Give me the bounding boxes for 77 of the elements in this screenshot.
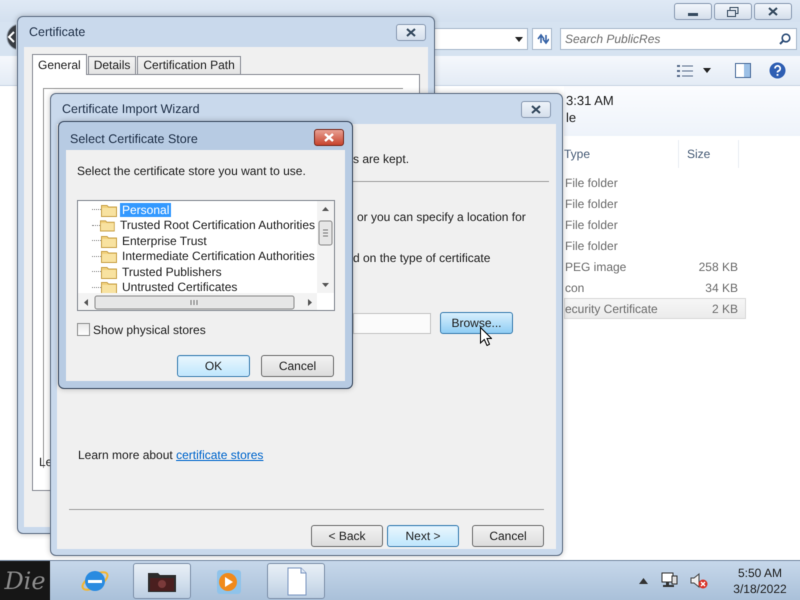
preview-pane-button[interactable] bbox=[735, 63, 751, 78]
folder-icon bbox=[101, 202, 117, 217]
browse-button[interactable]: Browse... bbox=[440, 312, 513, 334]
pane-icon bbox=[735, 63, 751, 78]
view-dropdown[interactable] bbox=[703, 68, 711, 73]
wizard-button[interactable]: Next > bbox=[387, 525, 459, 547]
refresh-icon bbox=[535, 32, 549, 46]
close-icon bbox=[404, 26, 418, 39]
dropdown-icon bbox=[703, 68, 711, 73]
tree-item[interactable]: Intermediate Certification Authorities bbox=[120, 249, 317, 264]
restore-button[interactable] bbox=[714, 3, 752, 20]
checkbox[interactable] bbox=[77, 323, 90, 336]
file-row[interactable]: File folder bbox=[564, 235, 746, 256]
help-button[interactable] bbox=[769, 62, 786, 79]
body-text: or you can specify a location for bbox=[357, 209, 527, 226]
volume-muted-icon[interactable] bbox=[690, 572, 708, 589]
start-button[interactable]: Die bbox=[0, 560, 50, 600]
view-button[interactable] bbox=[677, 64, 693, 78]
show-hidden-icons-icon[interactable] bbox=[639, 578, 648, 584]
clock-date[interactable]: 3/18/2022 bbox=[720, 580, 800, 596]
dialog-title: Select Certificate Store bbox=[70, 130, 198, 148]
tree-item[interactable]: Trusted Publishers bbox=[120, 264, 224, 279]
file-row[interactable]: File folder bbox=[564, 214, 746, 235]
dialog-button[interactable]: OK bbox=[177, 355, 250, 377]
dropdown-icon bbox=[515, 36, 523, 42]
address-bar[interactable] bbox=[434, 28, 528, 50]
file-row[interactable]: File folder bbox=[564, 193, 746, 214]
taskbar-button[interactable] bbox=[133, 562, 191, 598]
body-text: s are kept. bbox=[353, 151, 410, 168]
file-row[interactable]: File folder bbox=[564, 172, 746, 193]
search-field[interactable]: Search PublicRes bbox=[560, 28, 797, 50]
list-view-icon bbox=[677, 64, 693, 78]
folder-icon bbox=[101, 280, 117, 294]
wizard-button[interactable]: Cancel bbox=[472, 525, 544, 547]
file-row[interactable]: con 34 KB bbox=[564, 277, 746, 298]
window-title: Certificate bbox=[29, 24, 86, 41]
body-text: d on the type of certificate bbox=[353, 250, 492, 267]
file-row[interactable]: PEG image 258 KB bbox=[564, 256, 746, 277]
column-header[interactable]: Size bbox=[679, 140, 739, 168]
folder-icon bbox=[100, 218, 116, 232]
close-icon bbox=[322, 131, 336, 144]
close-icon bbox=[529, 103, 543, 116]
dialog-button[interactable]: Cancel bbox=[261, 355, 334, 377]
column-header[interactable]: Type bbox=[564, 140, 679, 168]
checkbox-label: Show physical stores bbox=[93, 323, 206, 337]
close-button[interactable] bbox=[754, 3, 792, 20]
close-button[interactable] bbox=[521, 101, 551, 118]
close-icon bbox=[766, 5, 780, 18]
tab[interactable]: General bbox=[32, 54, 87, 75]
restore-icon bbox=[727, 6, 739, 16]
window-title: Certificate Import Wizard bbox=[62, 100, 200, 118]
folder-icon bbox=[101, 264, 117, 279]
folder-icon bbox=[101, 249, 117, 264]
tab[interactable]: Certification Path bbox=[137, 56, 241, 74]
prompt-text: Select the certificate store you want to use. bbox=[77, 163, 307, 180]
learn-more-text: Learn more about certificate stores bbox=[78, 447, 264, 464]
network-icon[interactable] bbox=[660, 572, 678, 589]
tree-item[interactable]: Untrusted Certificates bbox=[120, 280, 240, 294]
close-button[interactable] bbox=[314, 129, 344, 146]
details-text: 3:31 AM bbox=[566, 92, 615, 109]
wizard-button[interactable]: < Back bbox=[311, 525, 383, 547]
minimize-button[interactable] bbox=[674, 3, 712, 20]
clock-time[interactable]: 5:50 AM bbox=[720, 564, 800, 580]
tab[interactable]: Details bbox=[88, 56, 136, 74]
details-text: le bbox=[566, 109, 578, 126]
certificate-stores-link[interactable]: certificate stores bbox=[176, 448, 264, 462]
store-tree[interactable]: Personal Trusted Root Certification Authorities Enterprise Trust Intermediate Certification Authorities Trusted Publishers Untrusted Certificates bbox=[77, 200, 335, 311]
search-icon bbox=[779, 33, 791, 45]
tree-item[interactable]: Enterprise Trust bbox=[120, 234, 209, 248]
tree-item[interactable]: Trusted Root Certification Authorities bbox=[118, 218, 317, 232]
folder-icon bbox=[101, 234, 117, 248]
path-field[interactable] bbox=[353, 312, 431, 334]
help-icon bbox=[769, 62, 786, 79]
close-button[interactable] bbox=[396, 24, 426, 41]
cursor-icon bbox=[480, 327, 492, 346]
refresh-button[interactable] bbox=[532, 28, 552, 50]
file-row[interactable]: ecurity Certificate 2 KB bbox=[564, 298, 746, 319]
